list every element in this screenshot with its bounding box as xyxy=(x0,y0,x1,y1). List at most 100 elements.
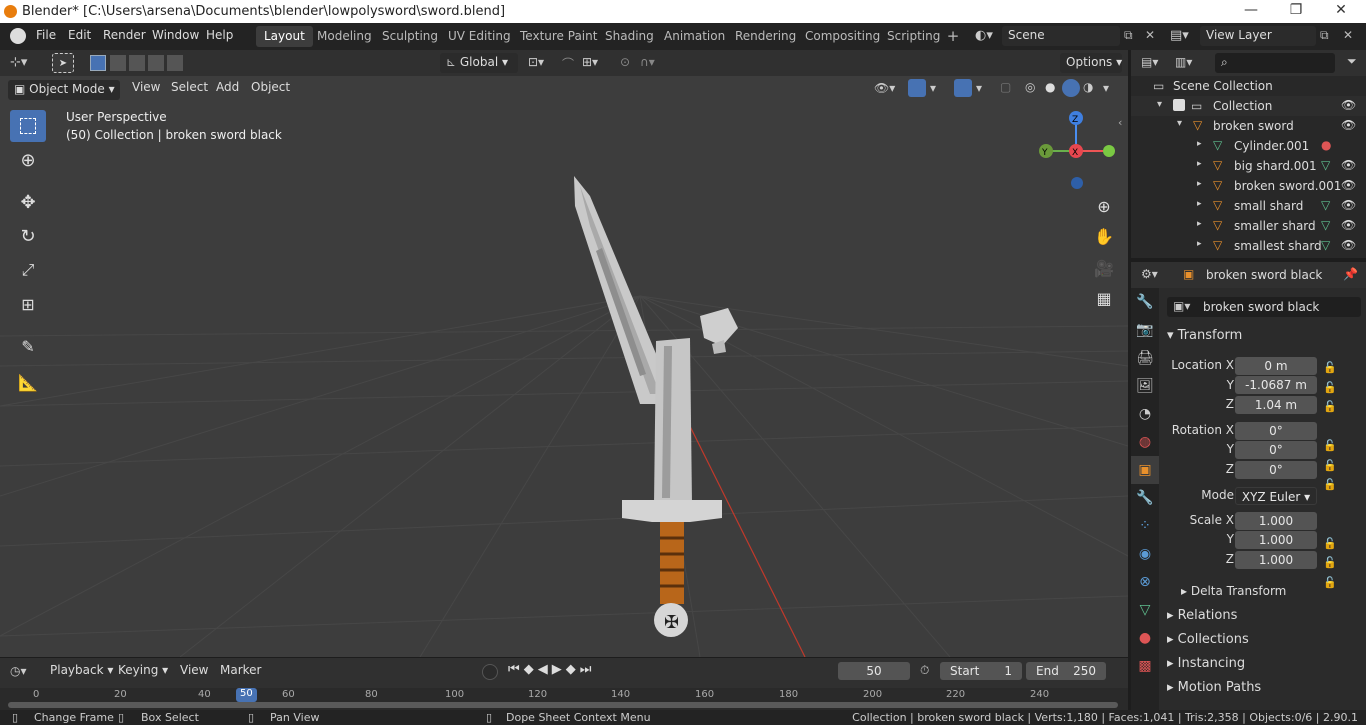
snap-icon[interactable]: ⌒ xyxy=(562,55,574,72)
rotation-z-field[interactable]: 0° xyxy=(1235,461,1317,479)
object-name-field[interactable]: ▣▾ broken sword black xyxy=(1167,297,1361,317)
timeline-editor-icon[interactable]: ◷▾ xyxy=(10,664,27,678)
rotation-y-field[interactable]: 0° xyxy=(1235,441,1317,459)
play-icon[interactable]: ▶ xyxy=(552,662,566,677)
scale-tool-icon[interactable]: ⤢ xyxy=(10,254,46,286)
scale-y-field[interactable]: 1.000 xyxy=(1235,531,1317,549)
checkbox-icon[interactable] xyxy=(1173,99,1185,111)
scene-icon[interactable]: ◐▾ xyxy=(975,28,997,43)
sidebar-toggle-icon[interactable]: ‹ xyxy=(1118,116,1122,129)
select-box-tool-icon[interactable] xyxy=(10,110,46,142)
expand-arrow-icon[interactable]: ▾ xyxy=(1157,99,1162,110)
visibility-icon[interactable]: 👁▾ xyxy=(874,81,895,95)
tab-animation[interactable]: Animation xyxy=(656,26,733,47)
pin-icon[interactable]: 📌 xyxy=(1343,267,1358,281)
expand-arrow-icon[interactable]: ▸ xyxy=(1197,199,1202,209)
maximize-icon[interactable]: ❐ xyxy=(1281,2,1311,18)
jump-start-icon[interactable]: ⏮ xyxy=(508,662,524,677)
zoom-icon[interactable]: ⊕ xyxy=(1090,192,1118,220)
tool-tab-icon[interactable]: 🔧 xyxy=(1131,288,1159,316)
expand-arrow-icon[interactable]: ▸ xyxy=(1197,179,1202,189)
delta-transform-header[interactable]: ▸ Delta Transform xyxy=(1181,584,1286,598)
location-x-field[interactable]: 0 m xyxy=(1235,357,1317,375)
select-subtract-icon[interactable] xyxy=(129,55,145,71)
location-z-field[interactable]: 1.04 m xyxy=(1235,396,1317,414)
annotate-tool-icon[interactable]: ✎ xyxy=(10,330,46,362)
cursor-tool-icon[interactable]: ⊕ xyxy=(10,144,46,176)
outliner-search-input[interactable]: ⌕ xyxy=(1215,53,1335,73)
scale-z-field[interactable]: 1.000 xyxy=(1235,551,1317,569)
select-intersect-icon[interactable] xyxy=(167,55,183,71)
expand-arrow-icon[interactable]: ▸ xyxy=(1197,239,1202,249)
snap-target-icon[interactable]: ⊞▾ xyxy=(582,55,598,69)
gizmo-y-neg-icon[interactable] xyxy=(1103,145,1115,157)
new-view-layer-icon[interactable]: ⧉ xyxy=(1320,28,1329,43)
new-scene-icon[interactable]: ⧉ xyxy=(1124,28,1133,43)
menu-help[interactable]: Help xyxy=(206,28,233,42)
start-frame-field[interactable]: Start 1 xyxy=(940,662,1022,680)
current-frame-marker[interactable]: 50 xyxy=(236,688,257,702)
object-mode-dropdown[interactable]: ▣ Object Mode ▾ xyxy=(8,80,120,100)
visibility-eye-icon[interactable]: 👁 xyxy=(1341,198,1356,212)
material-preview-icon[interactable] xyxy=(1062,79,1080,97)
instancing-panel-header[interactable]: ▸ Instancing xyxy=(1167,656,1245,671)
menu-playback[interactable]: Playback ▾ xyxy=(44,661,119,681)
tab-rendering[interactable]: Rendering xyxy=(727,26,804,47)
rotation-mode-dropdown[interactable]: XYZ Euler ▾ xyxy=(1235,487,1317,505)
scale-x-field[interactable]: 1.000 xyxy=(1235,512,1317,530)
measure-tool-icon[interactable]: 📐 xyxy=(10,366,46,398)
editor-type-icon[interactable]: ⊹▾ xyxy=(10,55,27,70)
tab-compositing[interactable]: Compositing xyxy=(797,26,888,47)
menu-timeline-view[interactable]: View xyxy=(174,661,214,681)
jump-end-icon[interactable]: ⏭ xyxy=(580,662,596,677)
record-icon[interactable] xyxy=(482,664,498,680)
proportional-edit-icon[interactable]: ⊙ xyxy=(620,55,630,69)
expand-arrow-icon[interactable]: ▸ xyxy=(1197,139,1202,149)
move-tool-icon[interactable]: ✥ xyxy=(10,186,46,218)
display-mode-icon[interactable]: ▥▾ xyxy=(1175,55,1192,69)
expand-arrow-icon[interactable]: ▸ xyxy=(1197,159,1202,169)
perspective-grid-icon[interactable]: ▦ xyxy=(1090,284,1118,312)
orientation-dropdown[interactable]: ⊾ Global ▾ xyxy=(440,53,518,73)
visibility-eye-icon[interactable]: 👁 xyxy=(1341,218,1356,232)
menu-view[interactable]: View xyxy=(126,78,166,98)
remove-view-layer-icon[interactable]: ✕ xyxy=(1343,28,1353,42)
rendered-shading-icon[interactable]: ◑ xyxy=(1083,80,1093,94)
outliner-collection[interactable]: ▾ ▭ Collection 👁 xyxy=(1131,96,1366,116)
menu-add[interactable]: Add xyxy=(210,78,245,98)
menu-keying[interactable]: Keying ▾ xyxy=(112,661,174,681)
rotation-x-field[interactable]: 0° xyxy=(1235,422,1317,440)
lock-icons[interactable]: 🔓 🔓 🔓 🔓 🔓 🔓 🔓 🔓 🔓 xyxy=(1323,358,1337,592)
outliner-item[interactable]: ▸ ▽ smaller shard ▽ 👁 xyxy=(1131,216,1366,236)
expand-arrow-icon[interactable]: ▾ xyxy=(1177,118,1182,129)
overlays-dropdown-icon[interactable]: ▾ xyxy=(976,81,982,95)
menu-render[interactable]: Render xyxy=(103,28,146,42)
outliner-item[interactable]: ▸ ▽ Cylinder.001 ● xyxy=(1131,136,1366,156)
3d-viewport[interactable]: ✠ ▣ Object Mode ▾ User Perspective (50) … xyxy=(0,76,1128,657)
add-workspace-icon[interactable]: + xyxy=(944,27,962,45)
output-tab-icon[interactable]: 🖨 xyxy=(1131,344,1159,372)
end-frame-field[interactable]: End 250 xyxy=(1026,662,1106,680)
tab-sculpting[interactable]: Sculpting xyxy=(374,26,446,47)
outliner-scene-collection[interactable]: ▭ Scene Collection xyxy=(1131,76,1366,96)
tab-shading[interactable]: Shading xyxy=(597,26,662,47)
play-reverse-icon[interactable]: ◀ xyxy=(538,662,552,677)
transform-panel-header[interactable]: ▾ Transform xyxy=(1167,328,1242,343)
view-layer-icon[interactable]: ▤▾ xyxy=(1170,28,1196,43)
visibility-eye-icon[interactable]: 👁 xyxy=(1341,158,1356,172)
expand-arrow-icon[interactable]: ▸ xyxy=(1197,219,1202,229)
blender-menu-icon[interactable] xyxy=(10,28,26,44)
particles-tab-icon[interactable]: ⁘ xyxy=(1131,512,1159,540)
scene-selector[interactable]: Scene xyxy=(1002,26,1120,46)
timeline-scrollbar[interactable] xyxy=(8,702,1118,708)
options-dropdown[interactable]: Options ▾ xyxy=(1060,53,1122,73)
falloff-icon[interactable]: ∩▾ xyxy=(640,55,655,69)
xray-icon[interactable]: ▢ xyxy=(1000,80,1011,94)
minimize-icon[interactable]: — xyxy=(1236,2,1266,18)
visibility-eye-icon[interactable]: 👁 xyxy=(1341,98,1356,112)
visibility-eye-icon[interactable]: 👁 xyxy=(1341,118,1356,132)
collections-panel-header[interactable]: ▸ Collections xyxy=(1167,632,1249,647)
outliner-item[interactable]: ▸ ▽ broken sword.001 👁 xyxy=(1131,176,1366,196)
view-layer-selector[interactable]: View Layer xyxy=(1200,26,1316,46)
outliner-item[interactable]: ▸ ▽ small shard ▽ 👁 xyxy=(1131,196,1366,216)
